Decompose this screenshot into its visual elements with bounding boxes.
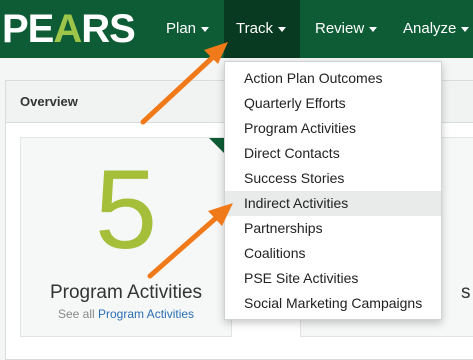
caret-down-icon — [277, 26, 286, 32]
overview-title: Overview — [20, 94, 78, 109]
nav-review-label: Review — [315, 20, 365, 37]
see-all-program-activities-link[interactable]: Program Activities — [98, 307, 194, 321]
menu-item-social-marketing-campaigns[interactable]: Social Marketing Campaigns — [225, 291, 441, 316]
nav-plan[interactable]: Plan — [154, 0, 221, 58]
caret-down-icon — [369, 26, 378, 32]
menu-item-quarterly-efforts[interactable]: Quarterly Efforts — [225, 91, 441, 116]
pears-logo[interactable]: PEARS — [2, 7, 136, 51]
menu-item-pse-site-activities[interactable]: PSE Site Activities — [225, 266, 441, 291]
nav-review[interactable]: Review — [303, 0, 389, 58]
see-all-line: See all Program Activities — [21, 307, 231, 321]
program-activities-count: 5 — [94, 147, 158, 272]
menu-item-success-stories[interactable]: Success Stories — [225, 166, 441, 191]
nav-analyze[interactable]: Analyze — [391, 0, 473, 58]
menu-item-direct-contacts[interactable]: Direct Contacts — [225, 141, 441, 166]
logo-part-c: RS — [81, 7, 136, 51]
top-navbar: PEARS Plan Track Review Analyze — [0, 0, 473, 58]
menu-item-coalitions[interactable]: Coalitions — [225, 241, 441, 266]
program-activities-card[interactable]: 5 Program Activities See all Program Act… — [20, 137, 232, 337]
program-activities-label: Program Activities — [49, 282, 203, 303]
caret-down-icon — [201, 26, 210, 32]
menu-item-action-plan-outcomes[interactable]: Action Plan Outcomes — [225, 66, 441, 91]
menu-item-partnerships[interactable]: Partnerships — [225, 216, 441, 241]
logo-leaf-letter: A — [53, 7, 82, 51]
second-card-label: s — [461, 282, 471, 303]
track-dropdown-menu: Action Plan Outcomes Quarterly Efforts P… — [224, 61, 442, 320]
caret-down-icon — [461, 26, 470, 32]
menu-item-indirect-activities[interactable]: Indirect Activities — [225, 191, 441, 216]
see-all-prefix: See all — [57, 307, 95, 321]
nav-plan-label: Plan — [166, 20, 197, 37]
menu-item-program-activities[interactable]: Program Activities — [225, 116, 441, 141]
nav-track[interactable]: Track — [224, 0, 300, 58]
nav-track-label: Track — [236, 20, 273, 37]
logo-part-a: PE — [2, 7, 54, 51]
nav-analyze-label: Analyze — [403, 20, 457, 37]
